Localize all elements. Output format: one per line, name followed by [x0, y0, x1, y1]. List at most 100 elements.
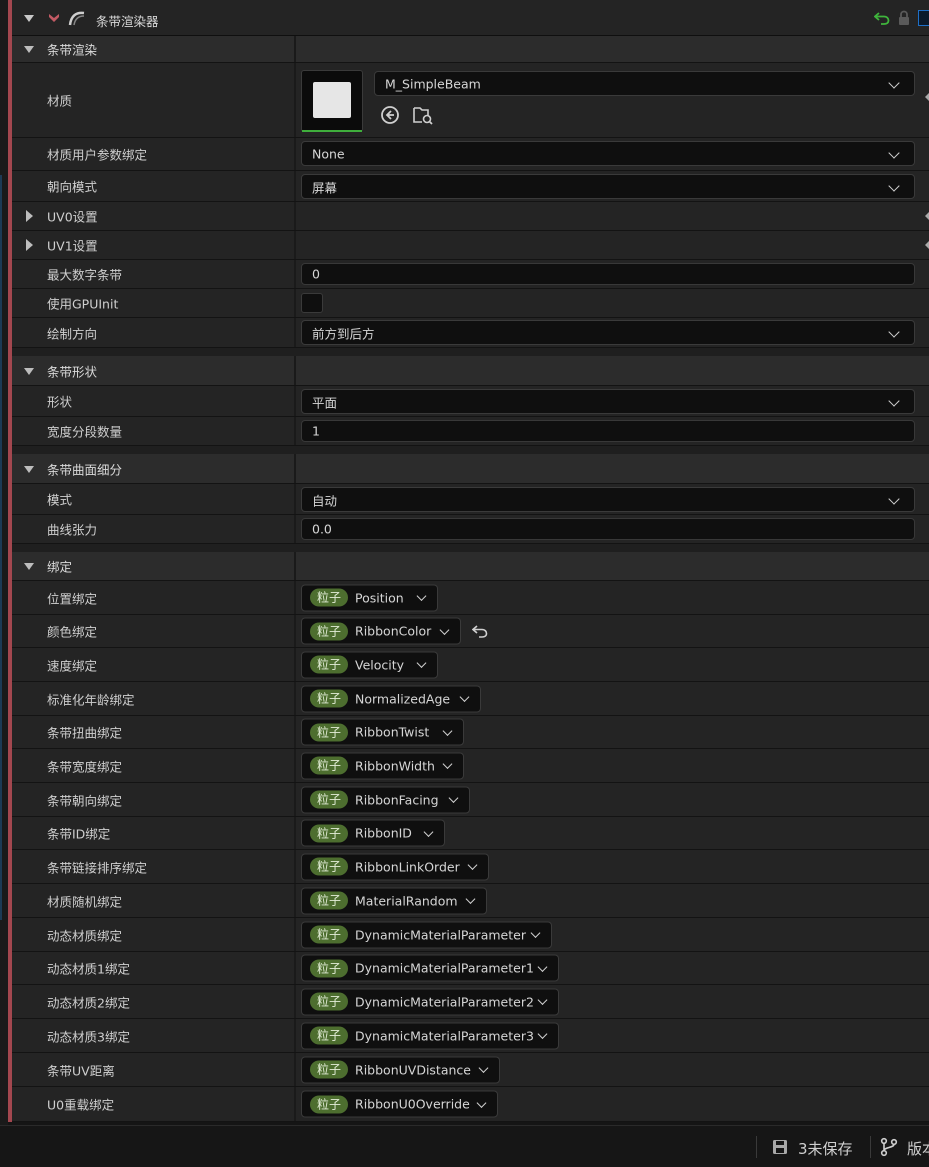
- property-label: 使用GPUInit: [47, 296, 119, 312]
- binding-selector[interactable]: 粒子 RibbonFacing: [301, 786, 470, 813]
- particle-tag: 粒子: [310, 891, 349, 910]
- property-label: 曲线张力: [47, 522, 98, 538]
- binding-selector[interactable]: 粒子 RibbonU0Override: [301, 1090, 498, 1118]
- property-label: UV1设置: [47, 238, 98, 254]
- browse-asset-icon[interactable]: [412, 104, 434, 126]
- binding-row: 条带扭曲绑定 粒子 RibbonTwist: [12, 716, 929, 749]
- property-material: 材质 M_SimpleBeam: [12, 63, 929, 138]
- category-ribbon-rendering[interactable]: 条带渲染: [12, 36, 929, 63]
- property-width-segments: 宽度分段数量 1: [12, 417, 929, 446]
- binding-row: 条带链接排序绑定 粒子 RibbonLinkOrder: [12, 850, 929, 884]
- expand-icon[interactable]: [26, 239, 33, 251]
- binding-selector[interactable]: 粒子 DynamicMaterialParameter: [301, 921, 552, 948]
- binding-row: 动态材质2绑定 粒子 DynamicMaterialParameter2: [12, 985, 929, 1019]
- property-label: 绘制方向: [47, 326, 98, 341]
- gpu-init-checkbox[interactable]: [301, 293, 323, 313]
- reset-arrow-icon[interactable]: [925, 212, 929, 220]
- max-ribbons-input[interactable]: 0: [301, 263, 915, 285]
- property-uv1-settings[interactable]: UV1设置: [12, 231, 929, 260]
- property-label: 标准化年龄绑定: [47, 692, 135, 707]
- binding-value: RibbonLinkOrder: [355, 859, 460, 874]
- ribbon-icon: [68, 11, 85, 26]
- category-bindings[interactable]: 绑定: [12, 552, 929, 581]
- source-control-label[interactable]: 版本控制: [907, 1138, 929, 1159]
- binding-value: RibbonU0Override: [355, 1096, 470, 1112]
- chevron-down-icon: [416, 591, 427, 601]
- draw-direction-combo[interactable]: 前方到后方: [301, 320, 915, 345]
- binding-row: 标准化年龄绑定 粒子 NormalizedAge: [12, 682, 929, 716]
- chevron-down-icon: [467, 860, 478, 870]
- field-value: 0: [312, 266, 320, 282]
- reset-arrow-icon[interactable]: [925, 93, 929, 101]
- collapse-icon[interactable]: [24, 563, 34, 570]
- mat-user-param-combo[interactable]: None: [301, 141, 915, 166]
- category-label: 条带渲染: [47, 42, 98, 58]
- combo-value: 屏幕: [312, 180, 338, 195]
- binding-row: 条带朝向绑定 粒子 RibbonFacing: [12, 783, 929, 817]
- property-label: UV0设置: [47, 209, 98, 225]
- particle-tag: 粒子: [310, 756, 349, 775]
- collapse-icon[interactable]: [24, 367, 34, 375]
- reset-arrow-icon[interactable]: [925, 241, 929, 249]
- binding-selector[interactable]: 粒子 DynamicMaterialParameter3: [301, 1022, 559, 1049]
- chevron-down-icon: [888, 179, 900, 192]
- collapse-icon[interactable]: [24, 15, 34, 22]
- material-thumbnail[interactable]: [301, 70, 363, 132]
- binding-selector[interactable]: 粒子 MaterialRandom: [301, 887, 487, 914]
- collapse-icon[interactable]: [24, 465, 34, 473]
- reset-to-default-icon[interactable]: [874, 11, 890, 25]
- particle-tag: 粒子: [310, 1026, 349, 1045]
- collapse-icon[interactable]: [24, 46, 34, 53]
- property-tess-mode: 模式 自动: [12, 484, 929, 515]
- binding-selector[interactable]: 粒子 DynamicMaterialParameter2: [301, 988, 559, 1015]
- particle-tag: 粒子: [310, 824, 349, 842]
- property-max-ribbons: 最大数字条带 0: [12, 260, 929, 289]
- binding-selector[interactable]: 粒子 RibbonTwist: [301, 718, 464, 746]
- chevron-down-icon: [442, 759, 453, 769]
- binding-value: RibbonColor: [355, 623, 432, 639]
- property-label: 最大数字条带: [47, 267, 123, 283]
- binding-selector[interactable]: 粒子 Position: [301, 584, 438, 611]
- chevron-down-icon: [465, 894, 476, 904]
- property-label: 条带扭曲绑定: [47, 725, 123, 741]
- binding-selector[interactable]: 粒子 RibbonUVDistance: [301, 1056, 500, 1083]
- use-selected-asset-icon[interactable]: [380, 105, 400, 125]
- width-segments-input[interactable]: 1: [301, 420, 915, 442]
- category-label: 绑定: [47, 559, 73, 575]
- shape-combo[interactable]: 平面: [301, 389, 915, 414]
- particle-tag: 粒子: [310, 689, 349, 708]
- binding-value: DynamicMaterialParameter3: [355, 1028, 534, 1043]
- property-label: 颜色绑定: [47, 624, 98, 640]
- property-uv0-settings[interactable]: UV0设置: [12, 202, 929, 231]
- unsaved-count[interactable]: 3未保存: [798, 1138, 853, 1159]
- enabled-checkbox[interactable]: [918, 10, 929, 26]
- left-gutter: [0, 0, 8, 1125]
- category-ribbon-shape[interactable]: 条带形状: [12, 356, 929, 386]
- property-label: U0重载绑定: [47, 1097, 115, 1113]
- category-ribbon-tessellation[interactable]: 条带曲面细分: [12, 454, 929, 484]
- binding-selector[interactable]: 粒子 NormalizedAge: [301, 685, 481, 712]
- property-label: 条带宽度绑定: [47, 759, 123, 774]
- expand-icon[interactable]: [26, 210, 33, 222]
- particle-tag: 粒子: [310, 622, 349, 640]
- chevron-down-icon: [442, 725, 453, 736]
- binding-selector[interactable]: 粒子 RibbonColor: [301, 617, 461, 645]
- binding-row: 速度绑定 粒子 Velocity: [12, 648, 929, 682]
- chevron-down-icon: [423, 826, 434, 837]
- binding-row: 颜色绑定 粒子 RibbonColor: [12, 615, 929, 648]
- facing-mode-combo[interactable]: 屏幕: [301, 174, 915, 199]
- binding-value: DynamicMaterialParameter1: [355, 960, 534, 976]
- binding-value: RibbonTwist: [355, 724, 430, 740]
- curve-tension-input[interactable]: 0.0: [301, 518, 915, 540]
- lock-icon[interactable]: [897, 10, 911, 26]
- binding-selector[interactable]: 粒子 RibbonWidth: [301, 752, 464, 779]
- binding-selector[interactable]: 粒子 RibbonID: [301, 819, 445, 847]
- renderer-header[interactable]: 条带渲染器: [12, 0, 929, 36]
- material-combo[interactable]: M_SimpleBeam: [374, 71, 915, 96]
- tess-mode-combo[interactable]: 自动: [301, 487, 915, 512]
- binding-selector[interactable]: 粒子 DynamicMaterialParameter1: [301, 954, 559, 982]
- binding-selector[interactable]: 粒子 Velocity: [301, 651, 438, 678]
- save-disk-icon: [773, 1140, 787, 1154]
- binding-selector[interactable]: 粒子 RibbonLinkOrder: [301, 853, 489, 880]
- reset-to-default-icon[interactable]: [472, 624, 488, 638]
